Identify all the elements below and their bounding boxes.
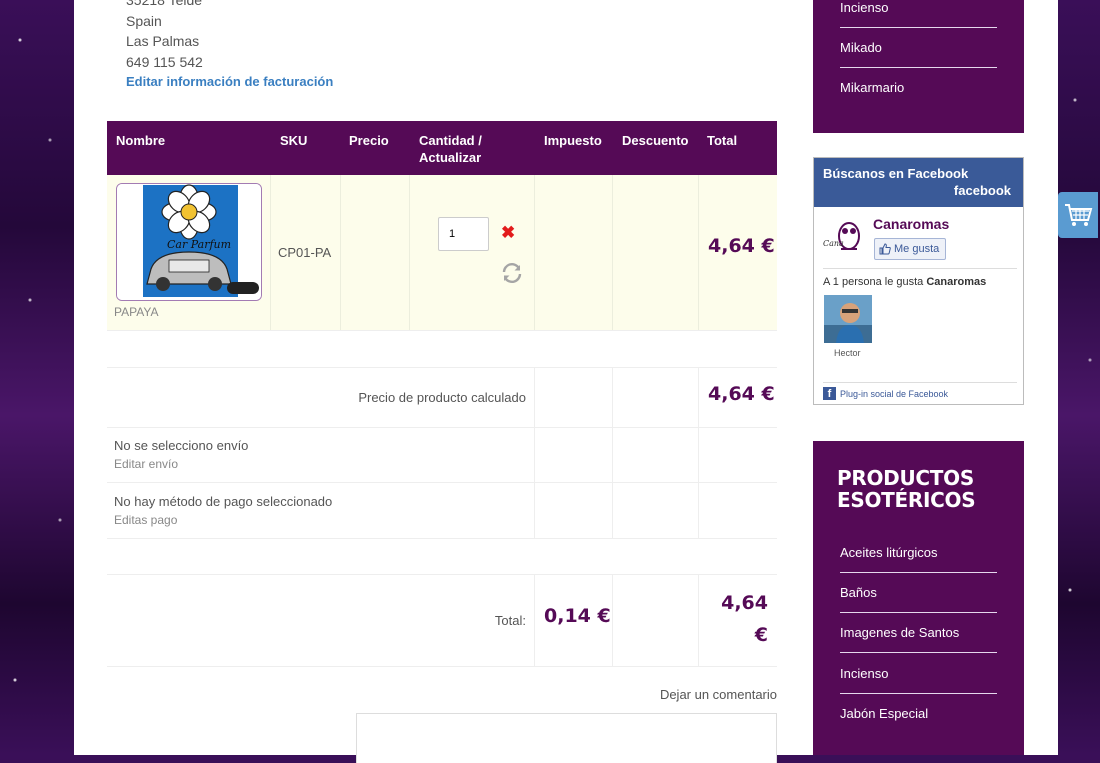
like-button[interactable]: Me gusta [874, 238, 947, 260]
total-amount-value: 4,64 [721, 592, 768, 614]
header-cantidad-label: Cantidad / [419, 133, 482, 148]
facebook-page-name[interactable]: Canaromas [873, 216, 949, 232]
payment-label: No hay método de pago seleccionado [114, 494, 333, 509]
fan-avatar[interactable] [824, 295, 872, 343]
remove-icon[interactable]: ✖ [501, 224, 515, 242]
thumbs-up-icon [879, 243, 891, 255]
sidebar-item-mikado[interactable]: Mikado [840, 40, 997, 68]
sidebar-item-incienso[interactable]: Incienso [840, 0, 997, 28]
quantity-input[interactable] [438, 217, 489, 251]
calculated-price-label: Precio de producto calculado [358, 390, 526, 405]
cart-item-row: Car Parfum PAPAYA CP01-PA ✖ 4,64 € [107, 175, 777, 331]
calculated-price-row: Precio de producto calculado 4,64 € [107, 368, 777, 428]
like-button-label: Me gusta [894, 243, 940, 255]
edit-billing-link[interactable]: Editar información de facturación [126, 72, 426, 92]
comment-label: Dejar un comentario [659, 687, 777, 702]
sidebar-esotericos: PRODUCTOS ESOTÉRICOS Aceites litúrgicos … [813, 441, 1024, 755]
shipping-label: No se selecciono envío [114, 438, 249, 453]
header-nombre: Nombre [116, 133, 166, 148]
facebook-likes-text: A 1 persona le gusta Canaromas [823, 276, 986, 288]
header-actualizar-label: Actualizar [419, 150, 482, 165]
header-sku: SKU [280, 133, 308, 148]
facebook-brand: facebook [953, 183, 1011, 198]
facebook-widget: Búscanos en Facebook facebook Cana Canar… [813, 157, 1024, 405]
header-impuesto: Impuesto [544, 133, 602, 148]
product-sku: CP01-PA [278, 245, 332, 260]
refresh-icon[interactable] [500, 261, 524, 285]
edit-shipping-link[interactable]: Editar envío [114, 457, 248, 471]
header-descuento: Descuento [622, 133, 689, 148]
facebook-widget-title: Búscanos en Facebook [823, 166, 969, 181]
likes-prefix: A 1 persona le gusta [823, 276, 927, 288]
total-amount-currency: € [754, 624, 768, 646]
billing-address: 35218 Telde Spain Las Palmas 649 115 542… [126, 0, 426, 92]
billing-line-phone: 649 115 542 [126, 53, 203, 70]
total-label: Total: [494, 613, 526, 628]
facebook-plugin-footer: f Plug-in social de Facebook [823, 387, 948, 400]
spacer-row [107, 539, 777, 575]
likes-page-name[interactable]: Canaromas [926, 276, 986, 288]
sidebar-item-banos[interactable]: Baños [840, 585, 997, 613]
svg-text:Cana: Cana [823, 239, 844, 248]
sidebar-item-incienso-esot[interactable]: Incienso [840, 666, 997, 694]
sidebar-item-mikarmario[interactable]: Mikarmario [840, 80, 997, 107]
billing-line-province: Las Palmas [126, 33, 200, 49]
cart-table: Nombre SKU Precio Cantidad / Actualizar … [107, 121, 777, 763]
shipping-row: No se selecciono envío Editar envío [107, 428, 777, 483]
header-total: Total [707, 133, 738, 148]
fan-name[interactable]: Hector [834, 348, 861, 358]
edit-payment-link[interactable]: Editas pago [114, 513, 332, 527]
facebook-f-icon: f [823, 387, 836, 400]
page-content: 35218 Telde Spain Las Palmas 649 115 542… [74, 0, 1058, 763]
facebook-widget-header: Búscanos en Facebook facebook [814, 158, 1023, 207]
product-thumbnail[interactable]: Car Parfum [116, 183, 262, 301]
sidebar-item-jabon[interactable]: Jabón Especial [840, 706, 997, 733]
facebook-plugin-label[interactable]: Plug-in social de Facebook [840, 389, 948, 399]
item-total: 4,64 € [708, 235, 775, 257]
header-cantidad: Cantidad / Actualizar [419, 132, 482, 166]
header-precio: Precio [349, 133, 389, 148]
sidebar-top-menu: Incienso Mikado Mikarmario [813, 0, 1024, 133]
canaromas-logo: Cana [823, 216, 865, 258]
calculated-price-total: 4,64 € [708, 383, 775, 405]
svg-text:Car Parfum: Car Parfum [167, 238, 231, 251]
cart-tab[interactable] [1058, 192, 1098, 238]
cart-table-header: Nombre SKU Precio Cantidad / Actualizar … [107, 121, 777, 175]
payment-row: No hay método de pago seleccionado Edita… [107, 483, 777, 539]
total-tax: 0,14 € [544, 605, 611, 627]
esotericos-title-line1: PRODUCTOS [837, 466, 974, 490]
spacer-row [107, 331, 777, 368]
sidebar-item-imagenes[interactable]: Imagenes de Santos [840, 625, 997, 653]
esotericos-title: PRODUCTOS ESOTÉRICOS [837, 466, 976, 512]
total-amount: 4,64 € [721, 587, 768, 651]
comment-textarea[interactable] [356, 713, 777, 763]
esotericos-title-line2: ESOTÉRICOS [837, 488, 976, 512]
billing-line-country: Spain [126, 12, 162, 29]
shopping-cart-icon [1065, 204, 1093, 226]
billing-line-postcode: 35218 Telde [126, 0, 203, 8]
sidebar-item-aceites[interactable]: Aceites litúrgicos [840, 545, 997, 573]
total-row: Total: 0,14 € 4,64 € [107, 575, 777, 667]
product-image: Car Parfum [117, 184, 261, 300]
product-name[interactable]: PAPAYA [114, 305, 158, 319]
